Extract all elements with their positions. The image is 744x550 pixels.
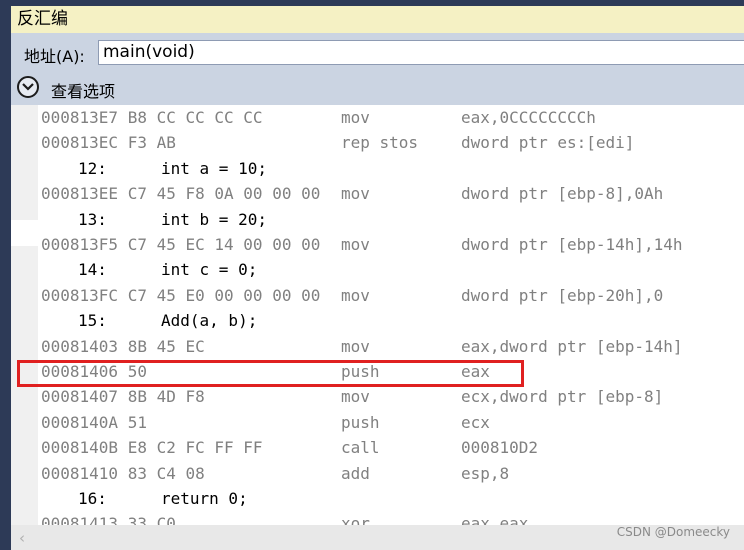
source-code: Add(a, b); [161,311,258,331]
address-label: 地址(A): [24,47,85,66]
mnemonic: mov [341,387,370,407]
source-line-row[interactable]: 12: int a = 10; [38,156,744,181]
mnemonic: mov [341,108,370,127]
source-code: int c = 0; [161,260,258,280]
disassembly-row[interactable]: 000813EE C7 45 F8 0A 00 00 00 mov dword pt… [38,181,744,206]
watermark: CSDN @Domeecky [616,525,730,539]
operands: eax,0CCCCCCCCh [461,108,596,127]
operands: dword ptr es:[edi] [461,133,635,153]
mnemonic: add [341,463,370,483]
source-line-row[interactable]: 14: int c = 0; [38,257,744,282]
expand-options-button[interactable] [17,76,39,98]
address-input[interactable]: main(void) [98,40,744,65]
mnemonic: push [341,412,380,432]
address-bytes: 00081407 8B 4D F8 [41,387,205,407]
address-bytes: 00081403 8B 45 EC [41,336,205,356]
operands: 000810D2 [461,438,539,458]
mnemonic: mov [341,336,370,356]
source-code: return 0; [161,489,248,508]
disassembly-row[interactable]: 000813EC F3 AB rep stos dword ptr es:[edi] [38,130,744,155]
gutter-marker [11,220,38,246]
disassembly-row[interactable]: 00081413 33 C0 xor eax,eax [38,511,744,525]
operands: dword ptr [ebp-20h],0 [461,285,664,305]
mnemonic: call [341,438,380,458]
mnemonic: rep stos [341,133,419,153]
address-bytes: 000813E7 B8 CC CC CC CC [41,108,263,127]
source-line-number: 12: [78,158,107,178]
address-bytes: 00081410 83 C4 08 [41,463,205,483]
highlight-box [17,360,524,387]
disassembly-row[interactable]: 0008140A 51 push ecx [38,410,744,435]
operands: eax,eax [461,514,529,525]
window-frame-left [0,0,11,550]
source-line-row[interactable]: 16: return 0; [38,486,744,511]
mnemonic: mov [341,285,370,305]
address-bar: 地址(A): main(void) [11,33,744,71]
source-line-row[interactable]: 13: int b = 20; [38,207,744,232]
disassembly-row[interactable]: 00081403 8B 45 EC mov eax,dword ptr [ebp-1… [38,334,744,359]
operands: eax,dword ptr [ebp-14h] [461,336,683,356]
view-options-bar: 查看选项 [11,71,744,105]
source-line-number: 16: [78,489,107,508]
disassembly-row[interactable]: 000813E7 B8 CC CC CC CC mov eax,0CCCCCCCCh [38,105,744,130]
source-line-number: 13: [78,209,107,229]
disassembly-title: 反汇编 [11,6,744,33]
operands: ecx,dword ptr [ebp-8] [461,387,664,407]
disassembly-row[interactable]: 0008140B E8 C2 FC FF FF call 000810D2 [38,435,744,460]
source-code: int b = 20; [161,209,267,229]
chevron-left-icon[interactable]: ‹ [19,529,25,547]
source-line-row[interactable]: 15: Add(a, b); [38,308,744,333]
operands: ecx [461,412,490,432]
source-line-number: 14: [78,260,107,280]
disassembly-listing[interactable]: 000813E7 B8 CC CC CC CC mov eax,0CCCCCCCCh… [38,105,744,525]
address-bytes: 0008140B E8 C2 FC FF FF [41,438,263,458]
operands: esp,8 [461,463,510,483]
address-bytes: 000813EE C7 45 F8 0A 00 00 00 [41,184,321,204]
mnemonic: mov [341,235,370,254]
disassembly-row[interactable]: 00081407 8B 4D F8 mov ecx,dword ptr [ebp-8… [38,384,744,409]
chevron-down-icon [22,83,34,91]
address-bytes: 000813EC F3 AB [41,133,176,153]
disassembly-row[interactable]: 000813F5 C7 45 EC 14 00 00 00 mov dword pt… [38,232,744,257]
operands: dword ptr [ebp-8],0Ah [461,184,664,204]
source-line-number: 15: [78,311,107,331]
address-bytes: 00081413 33 C0 [41,514,176,525]
disassembly-row[interactable]: 00081410 83 C4 08 add esp,8 [38,461,744,486]
address-bytes: 000813F5 C7 45 EC 14 00 00 00 [41,235,321,254]
source-code: int a = 10; [161,158,267,178]
disassembly-row[interactable]: 000813FC C7 45 E0 00 00 00 00 mov dword pt… [38,283,744,308]
breakpoint-gutter[interactable] [11,105,38,550]
view-options-label: 查看选项 [51,82,116,101]
address-bytes: 0008140A 51 [41,412,147,432]
address-bytes: 000813FC C7 45 E0 00 00 00 00 [41,285,321,305]
mnemonic: xor [341,514,370,525]
operands: dword ptr [ebp-14h],14h [461,235,683,254]
mnemonic: mov [341,184,370,204]
